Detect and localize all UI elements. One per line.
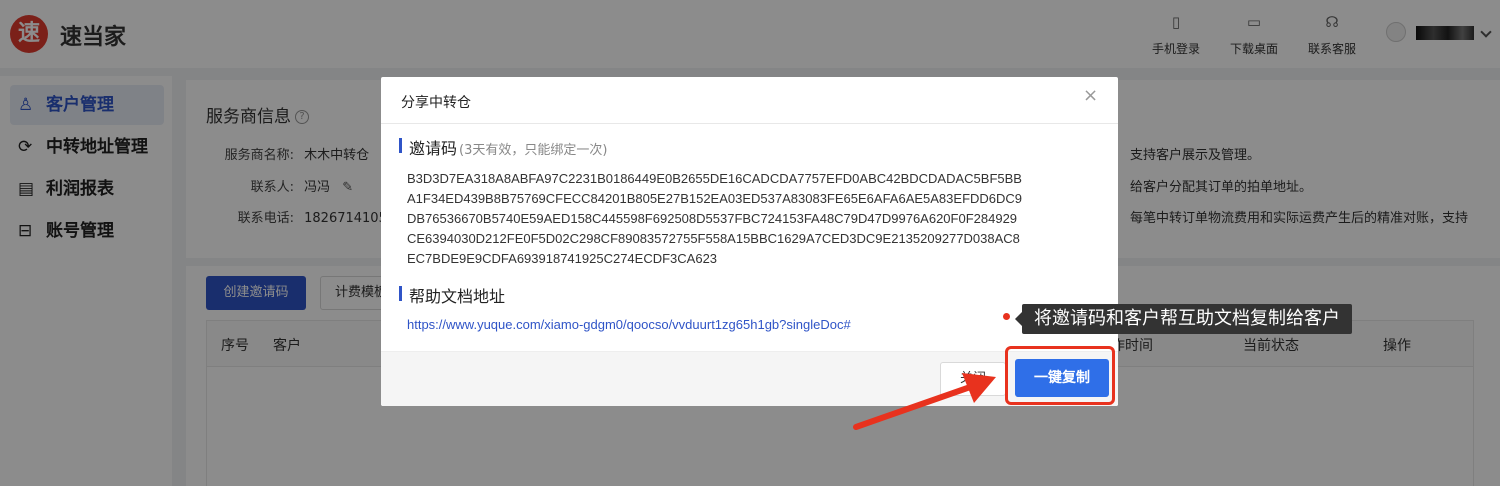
- invite-code-line: DB76536670B5740E59AED158C445598F692508D5…: [407, 211, 1018, 226]
- annotation-highlight-box: [1005, 346, 1115, 405]
- invite-code-line: CE6394030D212FE0F5D02C298CF89083572755F5…: [407, 231, 1020, 246]
- invite-code-text: B3D3D7EA318A8ABFA97C2231B0186449E0B2655D…: [407, 169, 1107, 269]
- invite-code-line: EC7BDE9E9CDFA693918741925C274ECDF3CA623: [407, 251, 718, 266]
- annotation-dot: [1003, 313, 1010, 320]
- invite-code-line: B3D3D7EA318A8ABFA97C2231B0186449E0B2655D…: [407, 171, 1022, 186]
- invite-code-heading: 邀请码 (3天有效，只能绑定一次): [399, 135, 607, 159]
- close-icon[interactable]: ×: [1083, 85, 1098, 106]
- help-doc-link[interactable]: https://www.yuque.com/xiamo-gdgm0/qoocso…: [407, 317, 851, 332]
- annotation-tooltip: 将邀请码和客户帮互助文档复制给客户: [1015, 304, 1352, 334]
- dialog-title: 分享中转仓: [401, 95, 471, 111]
- invite-code-heading-text: 邀请码: [409, 139, 458, 158]
- invite-code-note: (3天有效，只能绑定一次): [459, 143, 608, 158]
- annotation-arrow-icon: [853, 373, 996, 430]
- invite-code-line: A1F34ED439B8B75769CFECC84201B805E27B152E…: [407, 191, 1023, 206]
- divider: [381, 123, 1118, 124]
- help-doc-heading: 帮助文档地址: [399, 283, 505, 307]
